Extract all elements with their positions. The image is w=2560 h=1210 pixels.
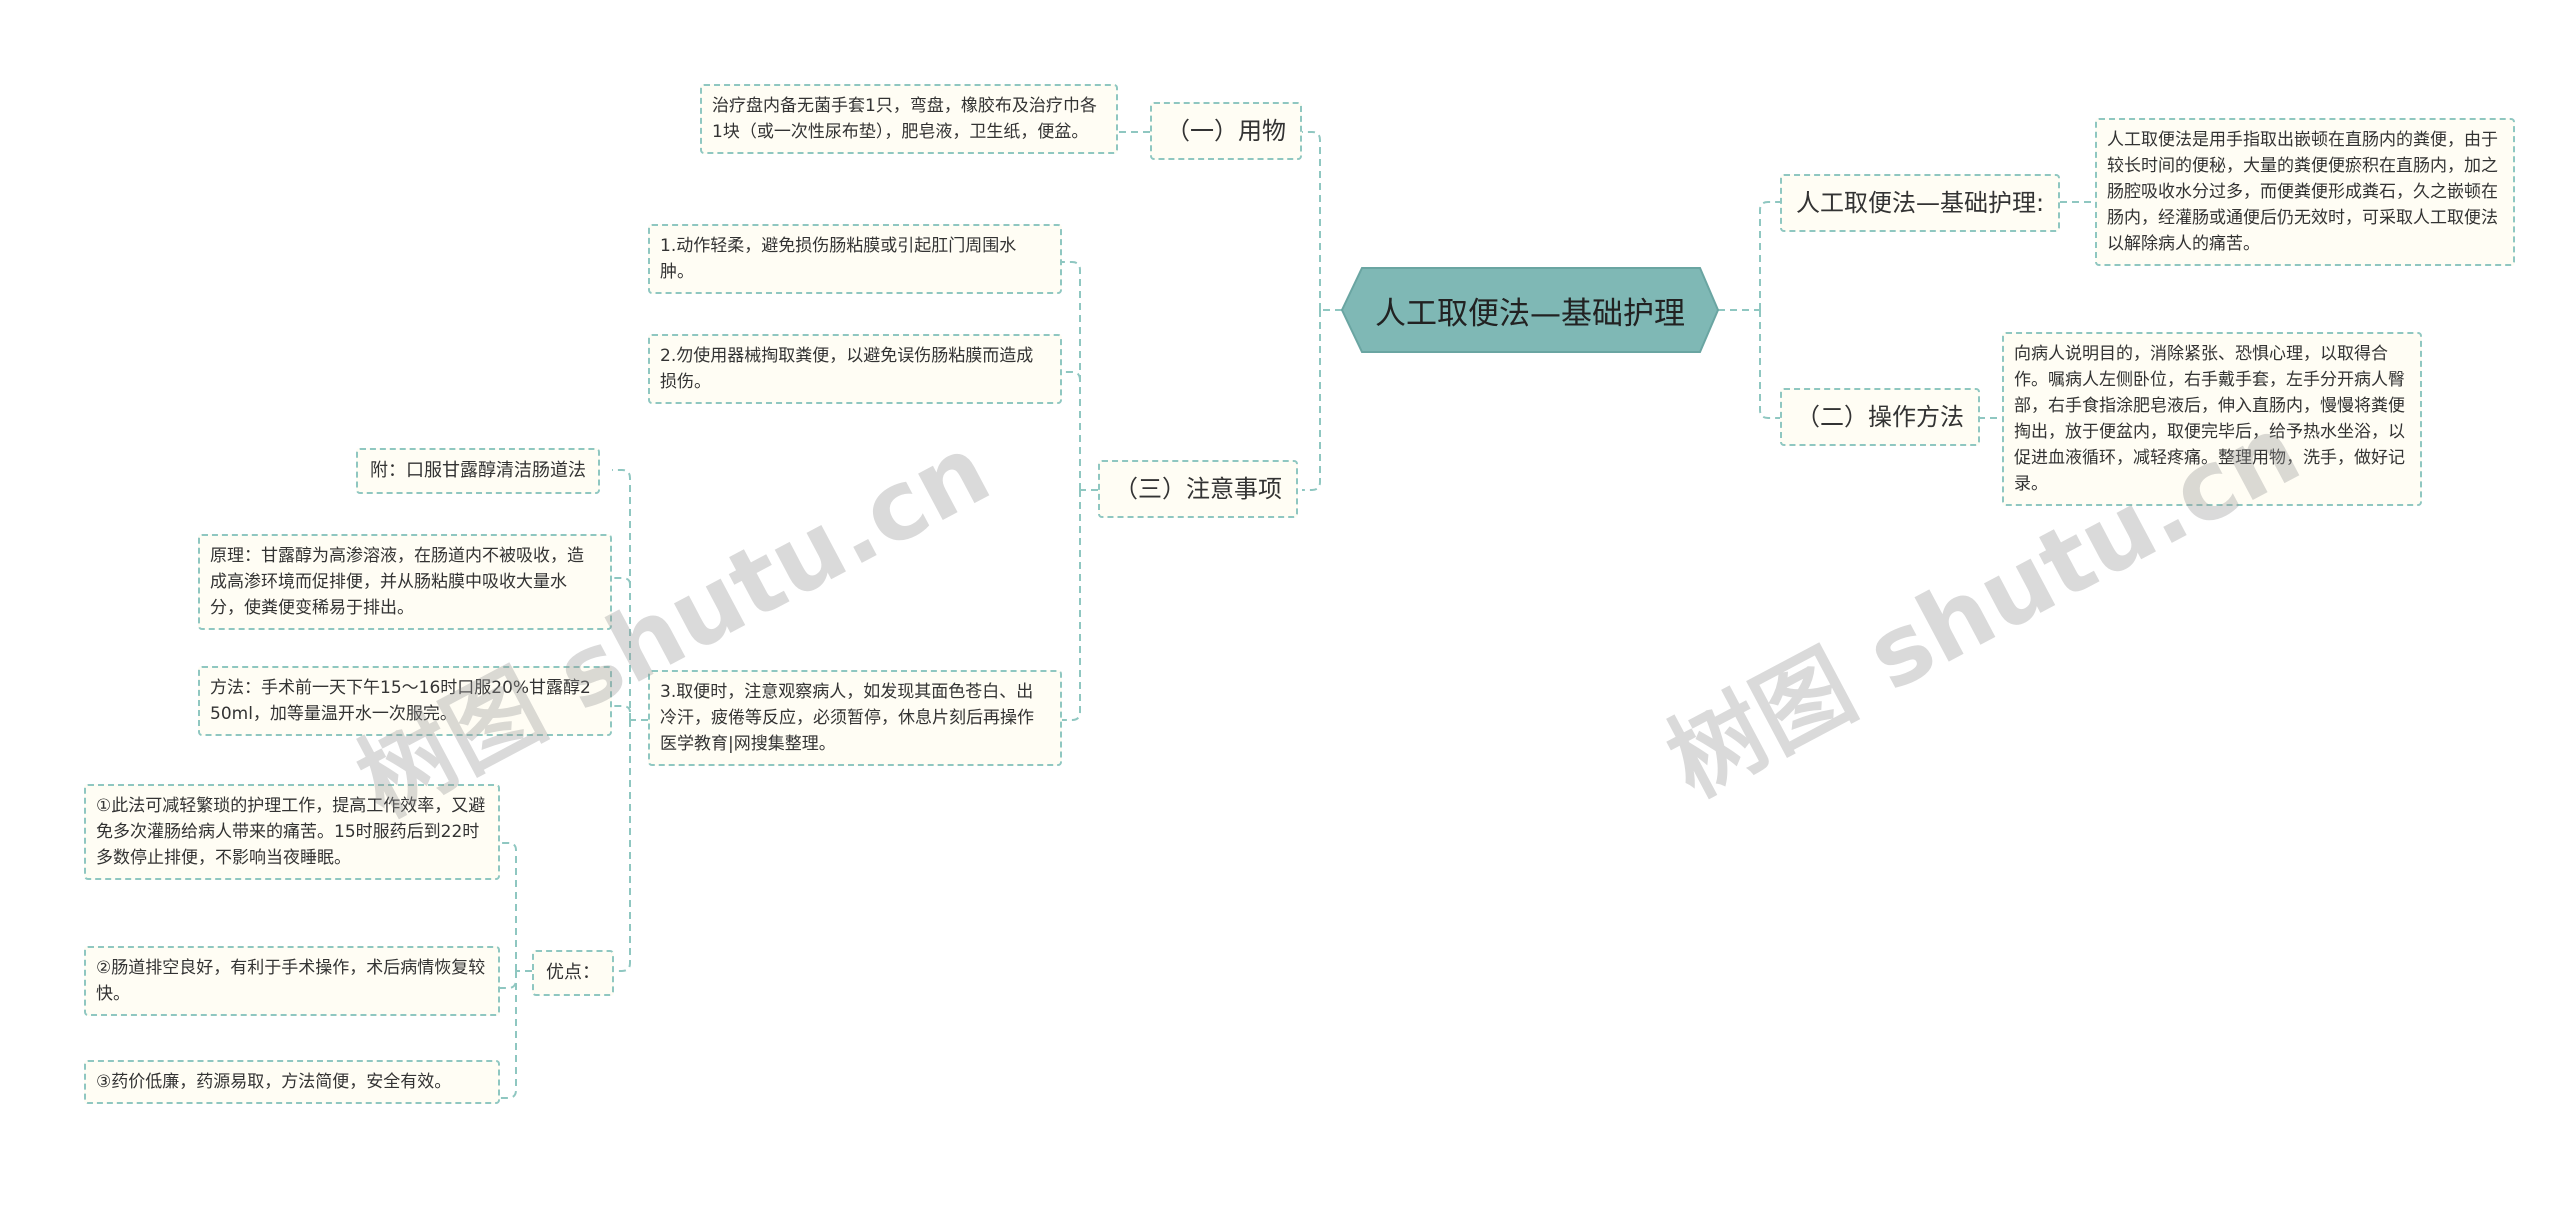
cautions-label-node[interactable]: （三）注意事项 xyxy=(1098,460,1298,518)
advantage-2-node[interactable]: ②肠道排空良好，有利于手术操作，术后病情恢复较快。 xyxy=(84,946,500,1016)
advantage-3-node[interactable]: ③药价低廉，药源易取，方法简便，安全有效。 xyxy=(84,1060,500,1104)
caution-1-node[interactable]: 1.动作轻柔，避免损伤肠粘膜或引起肛门周围水肿。 xyxy=(648,224,1062,294)
advantages-label-node[interactable]: 优点： xyxy=(532,950,614,996)
operation-label-node[interactable]: （二）操作方法 xyxy=(1780,388,1980,446)
supplies-text-node[interactable]: 治疗盘内备无菌手套1只，弯盘，橡胶布及治疗巾各1块（或一次性尿布垫），肥皂液，卫… xyxy=(700,84,1118,154)
principle-node[interactable]: 原理：甘露醇为高渗溶液，在肠道内不被吸收，造成高渗环境而促排便，并从肠粘膜中吸收… xyxy=(198,534,612,630)
caution-3-node[interactable]: 3.取便时，注意观察病人，如发现其面色苍白、出冷汗，疲倦等反应，必须暂停，休息片… xyxy=(648,670,1062,766)
method-node[interactable]: 方法：手术前一天下午15～16时口服20%甘露醇250ml，加等量温开水一次服完… xyxy=(198,666,612,736)
appendix-label-node[interactable]: 附：口服甘露醇清洁肠道法 xyxy=(356,448,600,494)
supplies-label-node[interactable]: （一）用物 xyxy=(1150,102,1302,160)
definition-text-node[interactable]: 人工取便法是用手指取出嵌顿在直肠内的粪便，由于较长时间的便秘，大量的粪便便瘀积在… xyxy=(2095,118,2515,266)
definition-label-node[interactable]: 人工取便法—基础护理: xyxy=(1780,174,2061,232)
root-node[interactable]: 人工取便法—基础护理 xyxy=(1340,268,1720,352)
advantage-1-node[interactable]: ①此法可减轻繁琐的护理工作，提高工作效率，又避免多次灌肠给病人带来的痛苦。15时… xyxy=(84,784,500,880)
caution-2-node[interactable]: 2.勿使用器械掏取粪便，以避免误伤肠粘膜而造成损伤。 xyxy=(648,334,1062,404)
operation-text-node[interactable]: 向病人说明目的，消除紧张、恐惧心理，以取得合作。嘱病人左侧卧位，右手戴手套，左手… xyxy=(2002,332,2422,506)
